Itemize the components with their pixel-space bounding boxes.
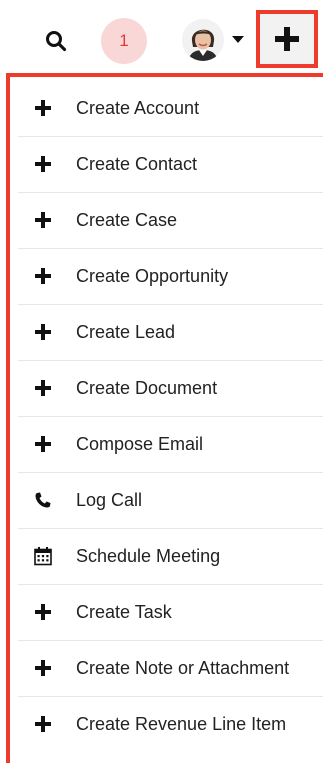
top-bar: 1 xyxy=(0,0,323,76)
quick-create-button[interactable] xyxy=(256,10,318,68)
menu-item-label: Log Call xyxy=(76,489,143,510)
plus-icon xyxy=(32,321,54,343)
menu-item-create-account[interactable]: Create Account xyxy=(18,80,323,136)
menu-item-log-call[interactable]: Log Call xyxy=(18,472,323,528)
plus-icon xyxy=(32,265,54,287)
plus-icon xyxy=(32,657,54,679)
caret-down-icon xyxy=(232,36,244,43)
plus-icon xyxy=(32,377,54,399)
menu-item-label: Create Note or Attachment xyxy=(76,657,290,678)
quick-create-menu: Create Account Create Contact Create Case C… xyxy=(6,73,323,763)
menu-item-create-task[interactable]: Create Task xyxy=(18,584,323,640)
menu-item-label: Create Revenue Line Item xyxy=(76,713,287,734)
search-button[interactable] xyxy=(44,29,68,53)
menu-item-label: Schedule Meeting xyxy=(76,545,221,566)
plus-icon xyxy=(275,27,299,51)
plus-icon xyxy=(32,601,54,623)
plus-icon xyxy=(32,713,54,735)
menu-item-label: Compose Email xyxy=(76,433,204,454)
notification-badge[interactable]: 1 xyxy=(101,18,147,64)
plus-icon xyxy=(32,153,54,175)
menu-item-create-case[interactable]: Create Case xyxy=(18,192,323,248)
menu-item-label: Create Account xyxy=(76,97,200,118)
avatar xyxy=(182,19,224,61)
menu-item-create-revenue-line-item[interactable]: Create Revenue Line Item xyxy=(18,696,323,752)
search-icon xyxy=(46,31,67,52)
plus-icon xyxy=(32,433,54,455)
menu-item-label: Create Case xyxy=(76,209,178,230)
menu-item-label: Create Task xyxy=(76,601,172,622)
menu-item-create-document[interactable]: Create Document xyxy=(18,360,323,416)
menu-item-create-lead[interactable]: Create Lead xyxy=(18,304,323,360)
notification-count: 1 xyxy=(119,31,129,50)
user-menu-button[interactable] xyxy=(182,16,244,64)
menu-item-create-opportunity[interactable]: Create Opportunity xyxy=(18,248,323,304)
menu-item-create-note-or-attachment[interactable]: Create Note or Attachment xyxy=(18,640,323,696)
menu-item-create-contact[interactable]: Create Contact xyxy=(18,136,323,192)
calendar-icon xyxy=(32,545,54,567)
phone-icon xyxy=(32,489,54,511)
menu-item-label: Create Contact xyxy=(76,153,198,174)
menu-item-label: Create Document xyxy=(76,377,218,398)
plus-icon xyxy=(32,97,54,119)
plus-icon xyxy=(32,209,54,231)
menu-item-label: Create Lead xyxy=(76,321,176,342)
menu-item-schedule-meeting[interactable]: Schedule Meeting xyxy=(18,528,323,584)
menu-item-label: Create Opportunity xyxy=(76,265,229,286)
menu-item-compose-email[interactable]: Compose Email xyxy=(18,416,323,472)
user-avatar-image xyxy=(182,19,224,61)
